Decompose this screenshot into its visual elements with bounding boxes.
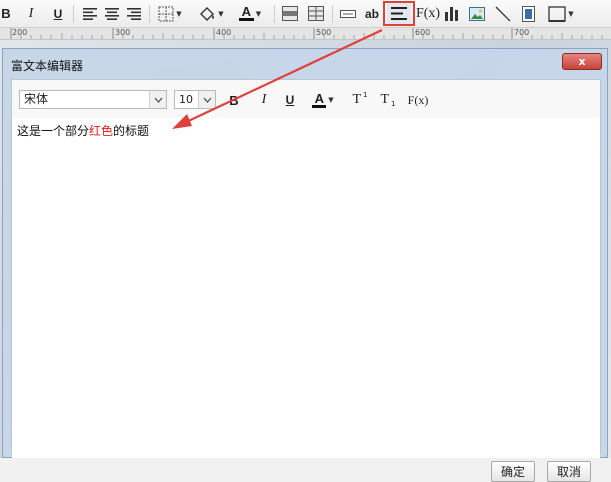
designer-toolbar: B I U ▼ ▼ A ▼ ab F(x) ▼ <box>0 0 611 28</box>
ab-label: ab <box>364 6 379 21</box>
cancel-label: 取消 <box>556 465 581 479</box>
editor-text-color-dropdown[interactable]: A ▼ <box>308 91 338 109</box>
dialog-title: 富文本编辑器 <box>11 59 84 73</box>
chevron-down-icon: ▼ <box>328 96 334 104</box>
editor-toolbar: 宋体 10 B I U A ▼ T 1 T 1 F(x) <box>12 80 600 119</box>
editor-formula-button[interactable]: F(x) <box>407 91 429 109</box>
toolbar-divider <box>274 5 275 23</box>
italic-button[interactable]: I <box>24 3 38 24</box>
font-family-select[interactable]: 宋体 <box>19 90 167 109</box>
editor-underline-button[interactable]: U <box>282 91 298 109</box>
text-color-label: A <box>314 90 324 106</box>
chevron-down-icon <box>149 91 166 108</box>
toolbar-divider <box>332 5 333 23</box>
paint-bucket-icon <box>200 6 215 21</box>
ok-label: 确定 <box>500 465 525 479</box>
border-dropdown[interactable]: ▼ <box>155 3 185 24</box>
red-text-segment: 红色 <box>89 124 114 138</box>
frame-dropdown[interactable]: ▼ <box>545 3 577 24</box>
chevron-down-icon: ▼ <box>568 9 574 18</box>
italic-label: I <box>261 92 267 107</box>
toolbar-divider <box>149 5 150 23</box>
editor-text: 这是一个部分红色的标题 <box>17 122 149 139</box>
font-size-select[interactable]: 10 <box>174 90 216 109</box>
align-left-icon[interactable] <box>81 3 99 24</box>
formula-label: F(x) <box>407 92 429 107</box>
font-size-value: 10 <box>179 93 193 106</box>
ok-button[interactable]: 确定 <box>491 461 535 482</box>
ruler-ticks <box>10 28 603 39</box>
merge-cells-icon[interactable] <box>280 3 300 24</box>
underline-label: U <box>53 6 63 21</box>
editor-panel: 宋体 10 B I U A ▼ T 1 T 1 F(x) 这是一个部分红色的标题… <box>11 79 601 482</box>
bold-button[interactable]: B <box>0 3 12 24</box>
font-family-value: 宋体 <box>24 92 49 106</box>
superscript-mark: 1 <box>363 91 368 99</box>
fill-color-dropdown[interactable]: ▼ <box>195 3 227 24</box>
slash-line-icon[interactable] <box>493 3 513 24</box>
text-color-label: A <box>241 4 251 19</box>
bold-label: B <box>229 92 239 108</box>
superscript-label: T <box>352 92 362 107</box>
bar-chart-icon[interactable] <box>442 3 462 24</box>
chevron-down-icon: ▼ <box>218 9 224 18</box>
border-icon <box>158 6 174 21</box>
text-segment: 的标题 <box>113 124 150 138</box>
ab-button[interactable]: ab <box>362 3 382 24</box>
text-box-icon[interactable] <box>518 3 538 24</box>
text-field-icon[interactable] <box>338 3 358 24</box>
editor-italic-button[interactable]: I <box>256 91 272 109</box>
subscript-label: T <box>380 92 390 107</box>
ruler: 200 300 400 500 600 700 <box>0 28 611 40</box>
chevron-down-icon <box>198 91 215 108</box>
formula-button[interactable]: F(x) <box>415 3 441 24</box>
align-center-icon[interactable] <box>103 3 121 24</box>
italic-label: I <box>28 5 34 21</box>
chevron-down-icon: ▼ <box>255 9 262 18</box>
text-segment: 这是一个部分 <box>17 124 90 138</box>
editor-bold-button[interactable]: B <box>226 91 242 109</box>
frame-icon <box>548 5 566 22</box>
image-icon[interactable] <box>467 3 487 24</box>
chevron-down-icon: ▼ <box>176 9 182 18</box>
text-color-icon: A <box>238 4 254 21</box>
text-color-icon: A <box>312 90 327 108</box>
highlight-box <box>383 1 415 26</box>
toolbar-divider <box>73 5 74 23</box>
close-icon: x <box>578 55 586 68</box>
bold-label: B <box>1 6 11 21</box>
align-right-icon[interactable] <box>125 3 143 24</box>
subscript-mark: 1 <box>391 100 396 108</box>
underline-button[interactable]: U <box>50 3 66 24</box>
underline-label: U <box>285 93 295 107</box>
text-color-dropdown[interactable]: A ▼ <box>233 3 267 24</box>
editor-content-area[interactable] <box>12 118 600 458</box>
subscript-button[interactable]: T1 <box>378 91 398 109</box>
close-button[interactable]: x <box>562 53 602 70</box>
rich-text-editor-dialog: 富文本编辑器 x 宋体 10 B I U A ▼ T 1 T 1 F(x) 这是… <box>2 48 608 482</box>
formula-label: F(x) <box>415 5 441 21</box>
cancel-button[interactable]: 取消 <box>547 461 591 482</box>
superscript-button[interactable]: T1 <box>350 91 370 109</box>
split-cells-icon[interactable] <box>306 3 326 24</box>
